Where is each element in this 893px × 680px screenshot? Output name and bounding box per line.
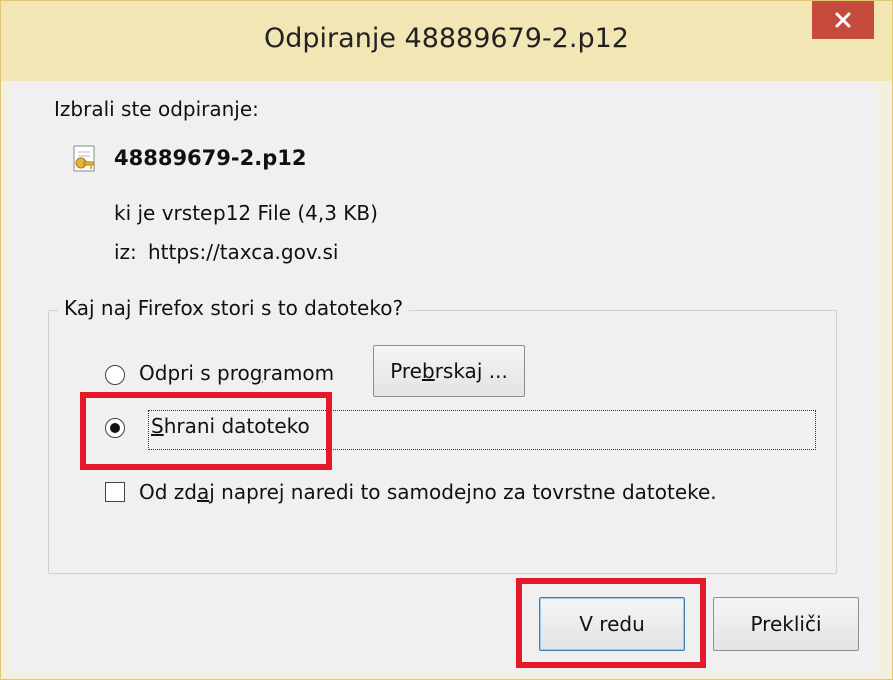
intro-text: Izbrali ste odpiranje: <box>54 97 259 121</box>
file-type-label: ki je vrste: <box>114 201 220 225</box>
close-button[interactable] <box>812 1 874 39</box>
dialog-title: Odpiranje 48889679-2.p12 <box>264 23 629 54</box>
close-icon <box>835 12 851 28</box>
action-group-title: Kaj naj Firefox stori s to datoteko? <box>58 296 410 320</box>
certificate-file-icon <box>73 145 95 172</box>
save-file-highlight <box>80 392 332 470</box>
source-url: https://taxca.gov.si <box>148 240 339 264</box>
open-with-radio[interactable] <box>105 365 125 385</box>
ok-button-highlight <box>516 578 706 668</box>
open-with-label[interactable]: Odpri s programom <box>139 361 334 385</box>
title-bar[interactable]: Odpiranje 48889679-2.p12 <box>1 1 892 81</box>
remember-label[interactable]: Od zdaj naprej naredi to samodejno za to… <box>139 480 717 504</box>
file-type-value: p12 File (4,3 KB) <box>213 201 378 225</box>
source-label: iz: <box>114 240 137 264</box>
file-name: 48889679-2.p12 <box>114 146 307 170</box>
browse-button[interactable]: Pre b rskaj ... <box>373 345 525 397</box>
remember-checkbox[interactable] <box>105 482 125 502</box>
cancel-button[interactable]: Prekliči <box>713 597 859 651</box>
